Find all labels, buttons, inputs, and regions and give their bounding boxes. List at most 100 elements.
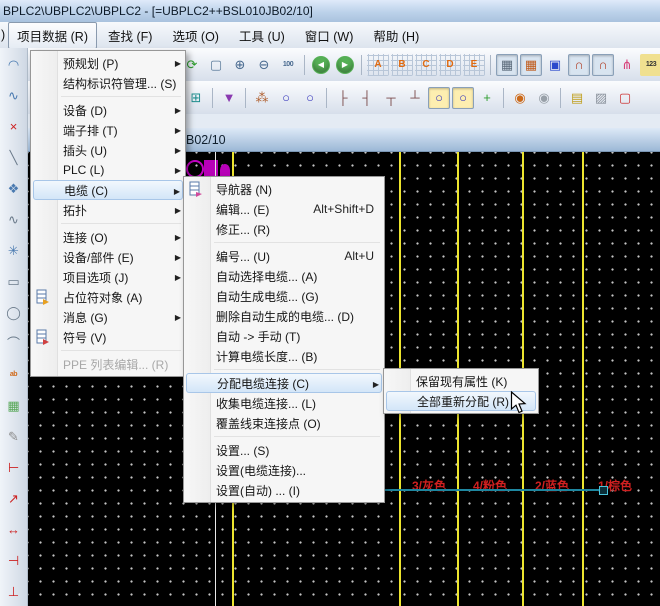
- menu-item-find[interactable]: 查找 (F): [99, 22, 161, 49]
- window-stripe-icon[interactable]: ▨: [590, 87, 612, 109]
- menu-item-plugs[interactable]: 插头 (U) ▶: [31, 140, 185, 160]
- cable-color-label[interactable]: 3/灰色: [412, 477, 446, 494]
- menu-item-settings-cable-connection[interactable]: 设置(电缆连接)...: [184, 460, 384, 480]
- app-window: BPLC2\UBPLC2\UBPLC2 - [=UBPLC2++BSL010JB…: [0, 0, 660, 606]
- t-node-right-icon[interactable]: ├: [332, 87, 354, 109]
- menu-item-ppe-list-edit[interactable]: PPE 列表编辑... (R): [31, 354, 185, 374]
- menu-item-window[interactable]: 窗口 (W): [296, 22, 363, 49]
- grid-display-icon[interactable]: ▦: [496, 54, 518, 76]
- grid-d-icon[interactable]: D: [439, 54, 461, 76]
- magnet-h-icon[interactable]: ∩: [568, 54, 590, 76]
- t-node-down-icon[interactable]: ┬: [380, 87, 402, 109]
- numbering-123-icon[interactable]: 123: [640, 54, 660, 76]
- menu-item-navigator[interactable]: 导航器 (N): [184, 179, 384, 199]
- connection-point-up-icon[interactable]: ○: [275, 87, 297, 109]
- image-icon[interactable]: ▦: [3, 394, 25, 416]
- zoom-100-icon[interactable]: 100: [277, 54, 299, 76]
- menu-item-keep-existing-properties[interactable]: 保留现有属性 (K): [384, 371, 538, 391]
- menu-item-options[interactable]: 选项 (O): [163, 22, 228, 49]
- object-snap-icon[interactable]: ▣: [544, 54, 566, 76]
- node-edit-icon[interactable]: ✳: [3, 239, 25, 261]
- menu-item-project-data[interactable]: 项目数据 (R): [8, 22, 97, 49]
- menu-item-structure-identifier[interactable]: 结构标识符管理... (S): [31, 73, 185, 93]
- rectangle-icon[interactable]: ▭: [3, 270, 25, 292]
- grid-a-icon[interactable]: A: [367, 54, 389, 76]
- connection-point-down-icon[interactable]: ○: [299, 87, 321, 109]
- menu-item-tools[interactable]: 工具 (U): [230, 22, 294, 49]
- grid-e-icon[interactable]: E: [463, 54, 485, 76]
- page-back-icon[interactable]: ◀: [312, 56, 330, 74]
- gauge-red-icon[interactable]: ◉: [509, 87, 531, 109]
- page-forward-icon[interactable]: ▶: [336, 56, 354, 74]
- line-icon[interactable]: ╲: [3, 146, 25, 168]
- menu-item-connections[interactable]: 连接 (O) ▶: [31, 227, 185, 247]
- menu-item-placeholder-objects[interactable]: 占位符对象 (A): [31, 287, 185, 307]
- window-red-icon[interactable]: ▢: [614, 87, 636, 109]
- cable-connection-line[interactable]: [385, 489, 607, 491]
- junction-point-1-icon[interactable]: ○: [428, 87, 450, 109]
- cable-color-label[interactable]: 2/蓝色: [535, 477, 569, 494]
- menu-item-topology[interactable]: 拓扑 ▶: [31, 200, 185, 220]
- schematic-symbol-block-2[interactable]: [220, 164, 230, 176]
- menu-item-auto-generate-cable[interactable]: 自动生成电缆... (G): [184, 286, 384, 306]
- pencil-icon[interactable]: ✎: [3, 425, 25, 447]
- menu-item-terminal-strips[interactable]: 端子排 (T) ▶: [31, 120, 185, 140]
- connection-group-icon[interactable]: ⁂: [251, 87, 273, 109]
- grid-b-icon[interactable]: B: [391, 54, 413, 76]
- polyline-nodes-icon[interactable]: ❖: [3, 177, 25, 199]
- net-branch-icon[interactable]: ⋔: [616, 54, 638, 76]
- menu-item-help[interactable]: 帮助 (H): [364, 22, 428, 49]
- arc-icon[interactable]: ⌒: [3, 332, 25, 354]
- ellipse-icon[interactable]: ◯: [3, 301, 25, 323]
- connection-endpoint-handle[interactable]: [599, 486, 608, 495]
- menu-item-assign-cable-connection[interactable]: 分配电缆连接 (C) ▶: [186, 373, 382, 393]
- t-node-up-icon[interactable]: ┴: [404, 87, 426, 109]
- menu-item-preplanning[interactable]: 预规划 (P) ▶: [31, 53, 185, 73]
- menu-item-plc[interactable]: PLC (L) ▶: [31, 160, 185, 180]
- menu-item-override-harness-points[interactable]: 覆盖线束连接点 (O): [184, 413, 384, 433]
- menu-item-messages[interactable]: 消息 (G) ▶: [31, 307, 185, 327]
- menu-item-auto-to-manual[interactable]: 自动 -> 手动 (T): [184, 326, 384, 346]
- dimension-base-icon[interactable]: ⊥: [3, 580, 25, 602]
- insert-device-icon[interactable]: ⊞: [185, 87, 207, 109]
- text-ab-icon[interactable]: ab: [3, 363, 25, 385]
- menu-item-devices[interactable]: 设备 (D) ▶: [31, 100, 185, 120]
- menu-item-parts[interactable]: 设备/部件 (E) ▶: [31, 247, 185, 267]
- dimension-arrow-icon[interactable]: ↗: [3, 487, 25, 509]
- menu-item-correct[interactable]: 修正... (R): [184, 219, 384, 239]
- menu-item-cables[interactable]: 电缆 (C) ▶: [33, 180, 183, 200]
- menu-item-settings[interactable]: 设置... (S): [184, 440, 384, 460]
- dimension-icon[interactable]: ⊢: [3, 456, 25, 478]
- menu-item-numbering[interactable]: 编号... (U) Alt+U: [184, 246, 384, 266]
- menu-item-auto-select-cable[interactable]: 自动选择电缆... (A): [184, 266, 384, 286]
- junction-point-2-icon[interactable]: ○: [452, 87, 474, 109]
- zoom-out-icon[interactable]: ⊖: [253, 54, 275, 76]
- spline-icon[interactable]: ◠: [3, 53, 25, 75]
- menu-item-calc-cable-length[interactable]: 计算电缆长度... (B): [184, 346, 384, 366]
- dimension-h-icon[interactable]: ↔: [3, 518, 25, 540]
- menu-item-delete-auto-cables[interactable]: 删除自动生成的电缆... (D): [184, 306, 384, 326]
- polyline-icon[interactable]: ∿: [3, 84, 25, 106]
- zoom-in-icon[interactable]: ⊕: [229, 54, 251, 76]
- filter-icon[interactable]: ▼: [218, 87, 240, 109]
- t-node-left-icon[interactable]: ┤: [356, 87, 378, 109]
- menu-item-symbols[interactable]: 符号 (V): [31, 327, 185, 347]
- bezier-icon[interactable]: ∿: [3, 208, 25, 230]
- grid-c-icon[interactable]: C: [415, 54, 437, 76]
- magnet-v-icon[interactable]: ∩: [592, 54, 614, 76]
- dimension-chain-icon[interactable]: ⊣: [3, 549, 25, 571]
- menu-item-collect-cable-connection[interactable]: 收集电缆连接... (L): [184, 393, 384, 413]
- potential-connection-icon[interactable]: +: [476, 87, 498, 109]
- snap-grid-icon[interactable]: ▦: [520, 54, 542, 76]
- delete-icon[interactable]: ×: [3, 115, 25, 137]
- menu-item-project-options[interactable]: 项目选项 (J) ▶: [31, 267, 185, 287]
- menu-item-partial[interactable]: ): [0, 25, 7, 45]
- window-yellow-icon[interactable]: ▤: [566, 87, 588, 109]
- submenu-arrow-icon: ▶: [175, 313, 181, 322]
- menu-item-settings-auto[interactable]: 设置(自动) ... (I): [184, 480, 384, 500]
- menu-item-edit[interactable]: 编辑... (E) Alt+Shift+D: [184, 199, 384, 219]
- gauge-gray-icon[interactable]: ◉: [533, 87, 555, 109]
- cable-color-label[interactable]: 4/粉色: [473, 477, 507, 494]
- zoom-window-icon[interactable]: ▢: [205, 54, 227, 76]
- document-tab[interactable]: B02/10: [186, 133, 226, 147]
